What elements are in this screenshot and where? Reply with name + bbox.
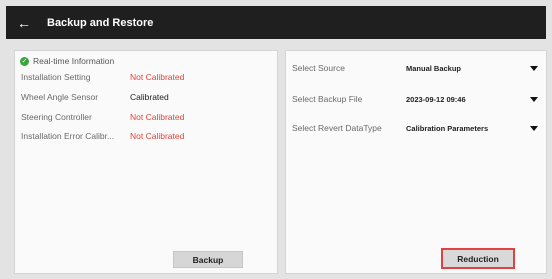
select-source-row[interactable]: Select Source Manual Backup bbox=[292, 63, 540, 73]
info-label: Installation Error Calibr... bbox=[21, 131, 115, 141]
status-value: Not Calibrated bbox=[130, 112, 185, 122]
backup-button[interactable]: Backup bbox=[173, 251, 243, 268]
select-revert-datatype-row[interactable]: Select Revert DataType Calibration Param… bbox=[292, 123, 540, 133]
select-revert-datatype-dropdown[interactable]: Calibration Parameters bbox=[406, 124, 530, 133]
select-backup-file-label: Select Backup File bbox=[292, 94, 363, 104]
caret-down-icon[interactable] bbox=[530, 65, 538, 71]
info-row-installation-setting: Installation Setting Not Calibrated bbox=[21, 72, 184, 82]
select-source-label: Select Source bbox=[292, 63, 345, 73]
status-value: Not Calibrated bbox=[130, 131, 185, 141]
select-backup-file-dropdown[interactable]: 2023-09-12 09:46 bbox=[406, 95, 530, 104]
info-row-installation-error: Installation Error Calibr... Not Calibra… bbox=[21, 131, 184, 141]
info-label: Steering Controller bbox=[21, 112, 92, 122]
caret-down-icon[interactable] bbox=[530, 125, 538, 131]
reduction-button[interactable]: Reduction bbox=[441, 248, 515, 269]
caret-down-icon[interactable] bbox=[530, 96, 538, 102]
info-row-wheel-angle-sensor: Wheel Angle Sensor Calibrated bbox=[21, 92, 169, 102]
realtime-info-panel: ✓ Real-time Information Installation Set… bbox=[14, 50, 278, 274]
page-title: Backup and Restore bbox=[47, 16, 154, 29]
info-row-steering-controller: Steering Controller Not Calibrated bbox=[21, 112, 184, 122]
realtime-info-header: ✓ Real-time Information bbox=[20, 56, 114, 66]
restore-panel: Select Source Manual Backup Select Backu… bbox=[285, 50, 547, 274]
status-value: Not Calibrated bbox=[130, 72, 185, 82]
info-label: Installation Setting bbox=[21, 72, 91, 82]
back-arrow-icon[interactable]: ← bbox=[17, 16, 31, 30]
status-value: Calibrated bbox=[130, 92, 169, 102]
title-bar: ← Backup and Restore bbox=[6, 6, 546, 39]
select-revert-datatype-label: Select Revert DataType bbox=[292, 123, 382, 133]
check-circle-icon: ✓ bbox=[20, 56, 29, 66]
select-backup-file-row[interactable]: Select Backup File 2023-09-12 09:46 bbox=[292, 94, 540, 104]
select-source-dropdown[interactable]: Manual Backup bbox=[406, 64, 530, 73]
info-label: Wheel Angle Sensor bbox=[21, 92, 99, 102]
realtime-info-title: Real-time Information bbox=[33, 56, 115, 66]
